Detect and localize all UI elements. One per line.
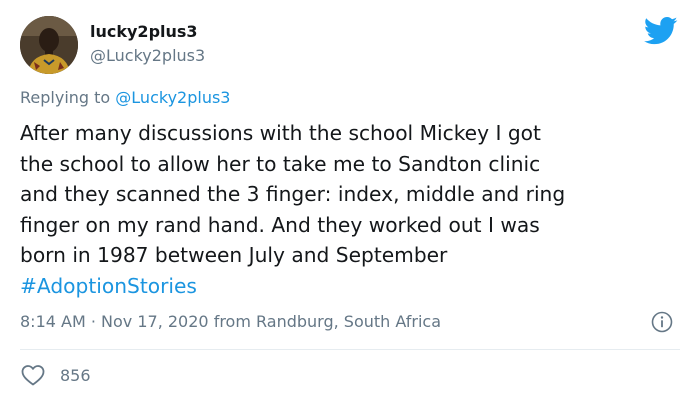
- avatar[interactable]: [20, 16, 78, 74]
- tweet-timestamp[interactable]: 8:14 AM · Nov 17, 2020: [20, 312, 209, 331]
- tweet-text-line: born in 1987 between July and September: [20, 243, 448, 267]
- tweet-text-line: the school to allow her to take me to Sa…: [20, 151, 541, 176]
- tweet-meta: 8:14 AM · Nov 17, 2020 from Randburg, So…: [20, 312, 441, 331]
- like-count: 856: [60, 365, 91, 385]
- tweet-text: After many discussions with the school M…: [20, 118, 690, 301]
- like-button[interactable]: 856: [20, 362, 91, 388]
- author-handle[interactable]: @Lucky2plus3: [90, 46, 205, 65]
- divider: [20, 349, 680, 350]
- reply-mention-link[interactable]: @Lucky2plus3: [115, 88, 230, 107]
- twitter-bird-icon[interactable]: [644, 16, 678, 46]
- tweet-text-line: After many discussions with the school M…: [20, 121, 541, 145]
- reply-context: Replying to @Lucky2plus3: [20, 88, 230, 107]
- tweet-text-line: finger on my rand hand. And they worked …: [20, 212, 540, 237]
- author-display-name[interactable]: lucky2plus3: [90, 22, 198, 41]
- reply-prefix: Replying to: [20, 88, 111, 107]
- tweet-text-line: and they scanned the 3 finger: index, mi…: [20, 182, 566, 206]
- hashtag-link[interactable]: #AdoptionStories: [20, 271, 690, 302]
- heart-icon: [21, 365, 45, 386]
- tweet-location: from Randburg, South Africa: [213, 312, 442, 331]
- info-icon[interactable]: [651, 311, 673, 333]
